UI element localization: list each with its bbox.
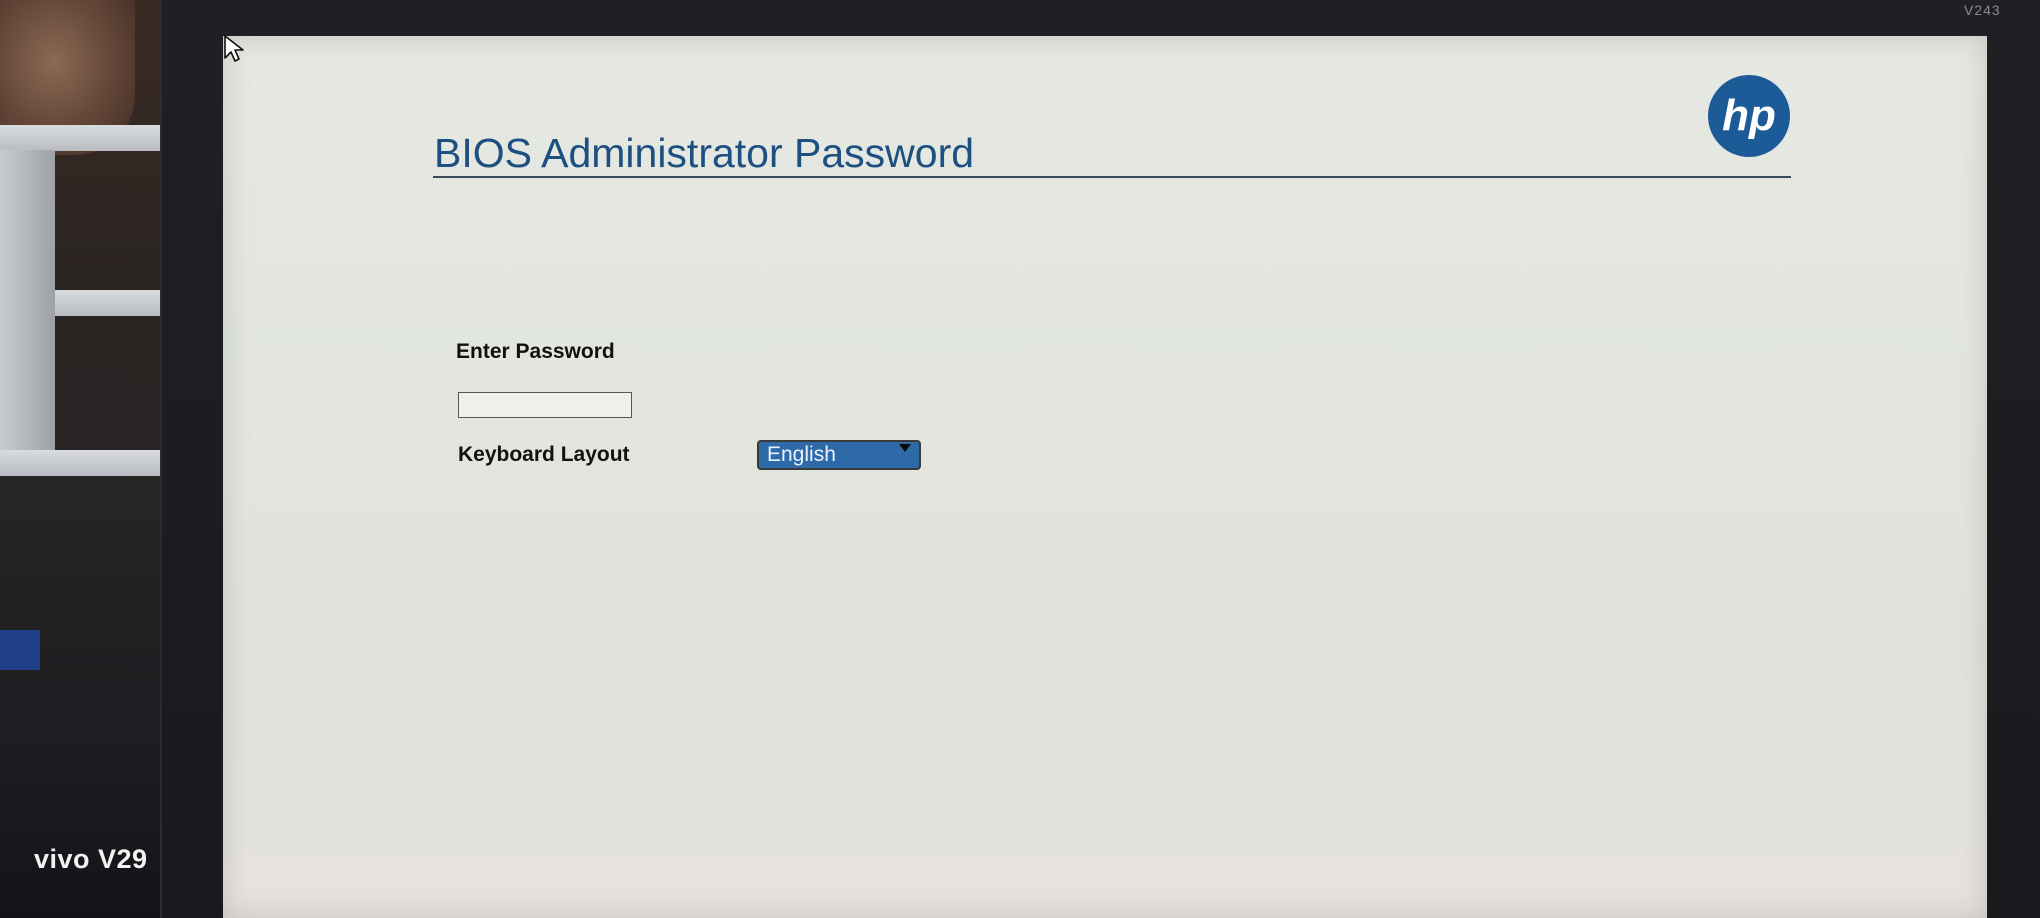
- keyboard-layout-label: Keyboard Layout: [458, 443, 630, 466]
- title-divider: [433, 176, 1791, 178]
- password-input[interactable]: [458, 392, 632, 418]
- background-shelf-post: [0, 150, 55, 450]
- background-object: [0, 630, 40, 670]
- hp-logo-text: hp: [1722, 91, 1776, 140]
- photo-scene: V243 BIOS Administrator Password hp Ente…: [0, 0, 2040, 918]
- page-title: BIOS Administrator Password: [434, 130, 975, 176]
- monitor-model-label: V243: [1964, 2, 2001, 18]
- password-label: Enter Password: [456, 340, 615, 363]
- background-shelf: [0, 450, 160, 476]
- bios-screen: BIOS Administrator Password hp Enter Pas…: [223, 36, 1987, 918]
- keyboard-layout-select[interactable]: English: [757, 440, 921, 470]
- camera-watermark: vivo V29: [34, 844, 148, 874]
- keyboard-layout-value: English: [767, 443, 836, 466]
- background-shelf: [0, 125, 160, 151]
- mouse-pointer-icon: [224, 35, 244, 62]
- background-room: [0, 0, 170, 918]
- hp-logo-icon: hp: [1708, 75, 1790, 157]
- dropdown-arrow-icon[interactable]: [899, 444, 911, 452]
